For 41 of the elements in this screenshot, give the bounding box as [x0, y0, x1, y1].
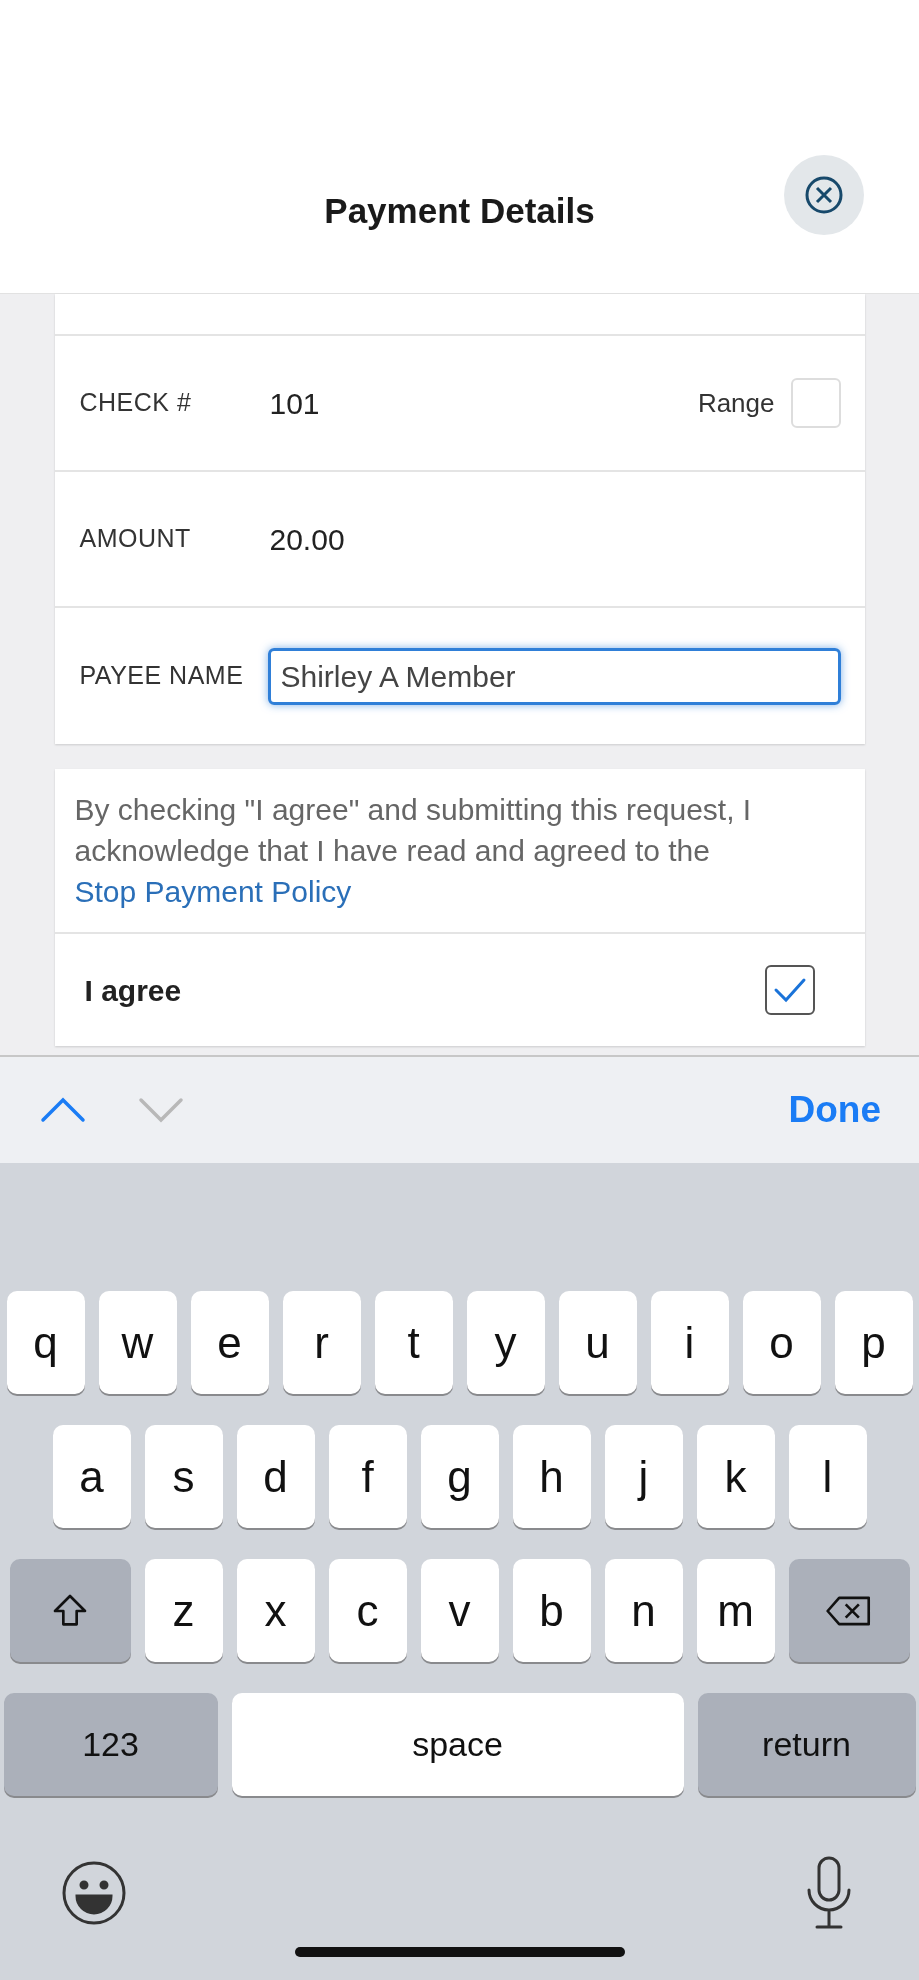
key[interactable]: x: [236, 1559, 315, 1662]
space-key[interactable]: space: [231, 1693, 684, 1796]
key[interactable]: f: [328, 1425, 407, 1528]
key[interactable]: n: [604, 1559, 683, 1662]
key[interactable]: h: [512, 1425, 591, 1528]
payee-name-field[interactable]: Shirley A Member: [267, 647, 841, 705]
page-title: Payment Details: [324, 190, 595, 233]
key[interactable]: w: [98, 1291, 177, 1394]
field-label: CHECK #: [79, 387, 193, 419]
return-key[interactable]: return: [697, 1693, 916, 1796]
field-value: 101: [269, 385, 320, 422]
key[interactable]: z: [144, 1559, 223, 1662]
key[interactable]: s: [144, 1425, 223, 1528]
field-label: AMOUNT: [79, 523, 192, 555]
key[interactable]: y: [466, 1291, 545, 1394]
key[interactable]: u: [558, 1291, 637, 1394]
field-value: 20.00: [269, 521, 345, 558]
numbers-key[interactable]: 123: [3, 1693, 218, 1796]
range-label: Range: [697, 386, 775, 420]
key[interactable]: l: [788, 1425, 867, 1528]
key[interactable]: e: [190, 1291, 269, 1394]
key[interactable]: d: [236, 1425, 315, 1528]
key[interactable]: m: [696, 1559, 775, 1662]
key[interactable]: v: [420, 1559, 499, 1662]
key[interactable]: t: [374, 1291, 453, 1394]
consent-text: By checking "I agree" and submitting this request, I acknowledge that I have read and agreed to the Stop Payment Policy: [54, 769, 865, 934]
policy-link[interactable]: Stop Payment Policy: [74, 875, 352, 908]
field-label: PAYEE NAME: [79, 660, 245, 692]
key[interactable]: b: [512, 1559, 591, 1662]
key[interactable]: q: [6, 1291, 85, 1394]
key[interactable]: c: [328, 1559, 407, 1662]
done-button[interactable]: Done: [788, 1082, 881, 1138]
key[interactable]: g: [420, 1425, 499, 1528]
key[interactable]: k: [696, 1425, 775, 1528]
key[interactable]: p: [834, 1291, 913, 1394]
key[interactable]: o: [742, 1291, 821, 1394]
key[interactable]: r: [282, 1291, 361, 1394]
key[interactable]: a: [52, 1425, 131, 1528]
key[interactable]: j: [604, 1425, 683, 1528]
key[interactable]: i: [650, 1291, 729, 1394]
agree-label: I agree: [84, 972, 182, 1009]
